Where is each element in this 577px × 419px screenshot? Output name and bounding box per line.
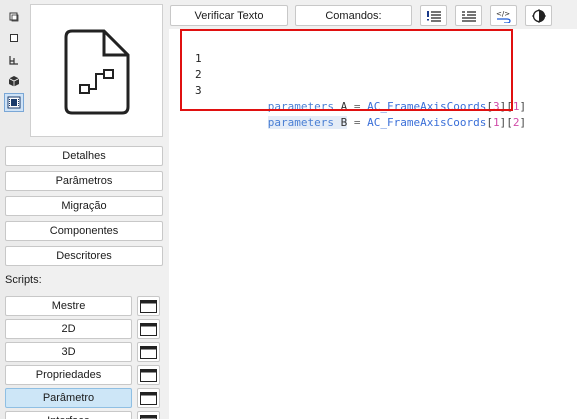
- script-parameter-button[interactable]: Parâmetro: [5, 388, 132, 408]
- list-text-icon[interactable]: [455, 5, 482, 26]
- object-preview: [30, 4, 163, 137]
- code-editor[interactable]: 1 2 parameters A = AC_FrameAxisCoords[3]…: [169, 29, 577, 419]
- function-token: AC_FrameAxisCoords: [367, 116, 487, 129]
- open-window-icon[interactable]: [137, 388, 160, 408]
- commands-button[interactable]: Comandos:: [295, 5, 412, 26]
- 3d-cube-icon[interactable]: [4, 71, 24, 90]
- open-window-icon[interactable]: [137, 319, 160, 339]
- script-properties-button[interactable]: Propriedades: [5, 365, 132, 385]
- check-script-button[interactable]: Verificar Texto: [170, 5, 288, 26]
- open-window-icon[interactable]: [137, 296, 160, 316]
- script-master-button[interactable]: Mestre: [5, 296, 132, 316]
- open-window-icon[interactable]: [137, 411, 160, 419]
- script-interface-button[interactable]: Interface: [5, 411, 132, 419]
- script-3d-button[interactable]: 3D: [5, 342, 132, 362]
- svg-text:</>: </>: [496, 10, 510, 18]
- keyword-token: parameters: [267, 116, 334, 129]
- floor-plan-icon[interactable]: [4, 50, 24, 69]
- code-line: 3 parameters B = AC_FrameAxisCoords[1][2…: [195, 84, 527, 129]
- components-button[interactable]: Componentes: [5, 221, 163, 241]
- migration-button[interactable]: Migração: [5, 196, 163, 216]
- variable-token: B: [340, 116, 348, 129]
- code-wrap-icon[interactable]: </>: [490, 5, 517, 26]
- details-button[interactable]: Detalhes: [5, 146, 163, 166]
- list-important-icon[interactable]: [420, 5, 447, 26]
- scripts-label: Scripts:: [5, 274, 42, 286]
- contrast-icon[interactable]: [525, 5, 552, 26]
- script-2d-button[interactable]: 2D: [5, 319, 132, 339]
- gdl-document-icon: [64, 29, 130, 115]
- film-strip-icon[interactable]: [4, 93, 24, 112]
- parameters-button[interactable]: Parâmetros: [5, 171, 163, 191]
- index-token: 1: [492, 116, 500, 129]
- open-window-icon[interactable]: [137, 342, 160, 362]
- code-line: 2 parameters A = AC_FrameAxisCoords[3][1…: [195, 68, 527, 113]
- layer-icon[interactable]: [4, 28, 24, 47]
- open-window-icon[interactable]: [137, 365, 160, 385]
- code-line: 1: [169, 35, 577, 65]
- layer-copy-icon[interactable]: [4, 7, 24, 26]
- line-number: 3: [195, 84, 202, 97]
- operator-token: =: [353, 116, 361, 129]
- descriptors-button[interactable]: Descritores: [5, 246, 163, 266]
